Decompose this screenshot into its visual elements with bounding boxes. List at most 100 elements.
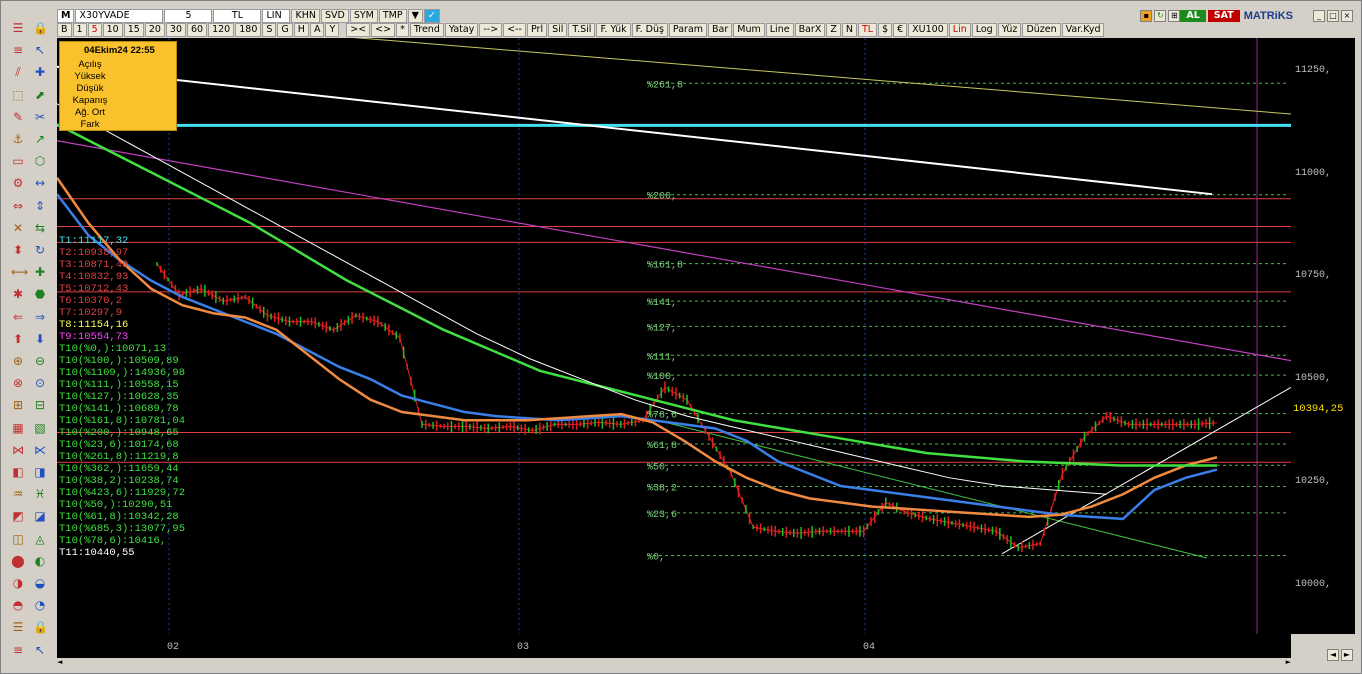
drawing-tool-icon[interactable]: ≡ [11, 643, 25, 657]
drawing-tool-icon[interactable]: ⬡ [33, 154, 47, 168]
interval-button[interactable]: Y [325, 23, 340, 37]
drawing-tool-icon[interactable]: ⬚ [11, 88, 25, 102]
interval-button[interactable]: 120 [208, 23, 235, 37]
drawing-tool-icon[interactable]: ▦ [11, 421, 25, 435]
drawing-tool-icon[interactable]: ♒ [11, 487, 25, 501]
interval-button[interactable]: S [262, 23, 277, 37]
interval-button[interactable]: 10 [102, 23, 123, 37]
tool-button[interactable]: Prl [527, 23, 548, 37]
svd-button[interactable]: SVD [320, 9, 349, 23]
drawing-tool-icon[interactable]: ✂ [33, 110, 47, 124]
drawing-tool-icon[interactable]: ♓ [33, 487, 47, 501]
scroll-right-icon[interactable]: ► [1286, 658, 1291, 666]
chart-area[interactable]: %0, %23,6 %38,2 %50, %61,8 %78,6 %100, %111, %12… [57, 38, 1291, 634]
tool-button[interactable]: Sil [548, 23, 568, 37]
navigate-left-icon[interactable]: ◄ [1327, 649, 1339, 661]
interval-button[interactable]: H [293, 23, 309, 37]
buy-button[interactable]: AL [1180, 10, 1206, 22]
close-icon[interactable]: × [1341, 10, 1353, 22]
drawing-tool-icon[interactable]: ✱ [11, 287, 25, 301]
tool-button[interactable]: >< [346, 23, 371, 37]
drawing-tool-icon[interactable]: ◑ [11, 576, 25, 590]
drawing-tool-icon[interactable]: 🔒 [33, 21, 48, 35]
price-axis[interactable]: 11250, 11000, 10750, 10500, 10250, 10000, [1291, 38, 1355, 634]
navigate-right-icon[interactable]: ► [1341, 649, 1353, 661]
interval-button[interactable]: G [277, 23, 293, 37]
drawing-tool-icon[interactable]: ⇔ [11, 199, 25, 213]
drawing-tool-icon[interactable]: ↖ [33, 643, 47, 657]
drawing-tool-icon[interactable]: ✚ [33, 65, 47, 79]
drawing-tool-icon[interactable]: ⇐ [11, 310, 25, 324]
drawing-tool-icon[interactable]: ↗ [33, 132, 47, 146]
tool-button[interactable]: Param [668, 23, 708, 37]
dropdown-arrow-icon[interactable]: ▼ [407, 9, 423, 23]
drawing-tool-icon[interactable]: ⬆ [11, 332, 25, 346]
interval-button[interactable]: 30 [165, 23, 186, 37]
maximize-icon[interactable]: □ [1327, 10, 1339, 22]
drawing-tool-icon[interactable]: ✚ [33, 265, 47, 279]
drawing-tool-icon[interactable]: ☰ [11, 21, 25, 35]
tool-button[interactable]: Lin [948, 23, 971, 37]
tool-button[interactable]: BarX [794, 23, 826, 37]
drawing-tool-icon[interactable]: ⇕ [33, 199, 47, 213]
drawing-tool-icon[interactable]: ⊖ [33, 354, 47, 368]
drawing-tool-icon[interactable]: ⊞ [11, 398, 25, 412]
pin-icon[interactable]: ⊞ [1168, 10, 1181, 22]
drawing-tool-icon[interactable]: ◓ [11, 598, 25, 612]
drawing-tool-icon[interactable]: ⇒ [33, 310, 47, 324]
tool-button[interactable]: F. Düş [631, 23, 668, 37]
tool-button[interactable]: Yüz [997, 23, 1022, 37]
drawing-tool-icon[interactable]: ◒ [33, 576, 47, 590]
drawing-tool-icon[interactable]: ↔ [33, 176, 47, 190]
tool-button[interactable]: Var.Kyd [1061, 23, 1105, 37]
tool-button[interactable]: T.Sil [568, 23, 596, 37]
tool-button[interactable]: TL [857, 23, 878, 37]
tool-button[interactable]: N [841, 23, 857, 37]
sym-button[interactable]: SYM [349, 9, 378, 23]
minimize-icon[interactable]: _ [1313, 10, 1325, 22]
drawing-tool-icon[interactable]: ⇆ [33, 221, 47, 235]
tool-button[interactable]: $ [878, 23, 893, 37]
tool-button[interactable]: Z [826, 23, 841, 37]
horizontal-scrollbar[interactable]: ◄ ► [57, 658, 1291, 666]
drawing-tool-icon[interactable]: ▧ [33, 421, 47, 435]
drawing-tool-icon[interactable]: ⊗ [11, 376, 25, 390]
time-axis[interactable]: 02 03 04 [57, 634, 1291, 658]
interval-button[interactable]: 5 [87, 23, 102, 37]
tool-button[interactable]: F. Yük [596, 23, 631, 37]
drawing-tool-icon[interactable]: ☰ [11, 620, 25, 634]
drawing-tool-icon[interactable]: ≡ [11, 43, 25, 57]
drawing-tool-icon[interactable]: ⚓ [11, 132, 25, 146]
period-field[interactable]: 5 [164, 9, 213, 23]
interval-button[interactable]: 1 [72, 23, 87, 37]
drawing-tool-icon[interactable]: ◧ [11, 465, 25, 479]
tool-button[interactable]: € [893, 23, 908, 37]
khn-button[interactable]: KHN [291, 9, 320, 23]
drawing-tool-icon[interactable]: 🔒 [33, 620, 48, 634]
tool-button[interactable]: Log [971, 23, 997, 37]
refresh-icon[interactable]: ↻ [1154, 10, 1167, 22]
tool-button[interactable]: Bar [708, 23, 733, 37]
interval-button[interactable]: A [309, 23, 325, 37]
interval-button[interactable]: 15 [123, 23, 144, 37]
drawing-tool-icon[interactable]: ⫽ [11, 65, 25, 79]
interval-button[interactable]: 20 [144, 23, 165, 37]
interval-button[interactable]: 60 [187, 23, 208, 37]
drawing-tool-icon[interactable]: ◔ [33, 598, 47, 612]
interval-button[interactable]: B [57, 23, 72, 37]
tool-button[interactable]: Line [765, 23, 794, 37]
scroll-left-icon[interactable]: ◄ [57, 658, 62, 666]
drawing-tool-icon[interactable]: ⬣ [33, 287, 47, 301]
drawing-tool-icon[interactable]: ⟷ [11, 265, 28, 279]
drawing-tool-icon[interactable]: ⬍ [11, 243, 25, 257]
drawing-tool-icon[interactable]: ◬ [33, 532, 47, 546]
drawing-tool-icon[interactable]: ⚙ [11, 176, 25, 190]
tool-button[interactable]: <> [371, 23, 396, 37]
drawing-tool-icon[interactable]: ⬤ [11, 554, 25, 568]
drawing-tool-icon[interactable]: ◐ [33, 554, 47, 568]
symbol-field[interactable]: X30YVADE [75, 9, 164, 23]
drawing-tool-icon[interactable]: ▭ [11, 154, 25, 168]
drawing-tool-icon[interactable]: ◫ [11, 532, 25, 546]
drawing-tool-icon[interactable]: ⊕ [11, 354, 25, 368]
tool-button[interactable]: * [396, 23, 409, 37]
